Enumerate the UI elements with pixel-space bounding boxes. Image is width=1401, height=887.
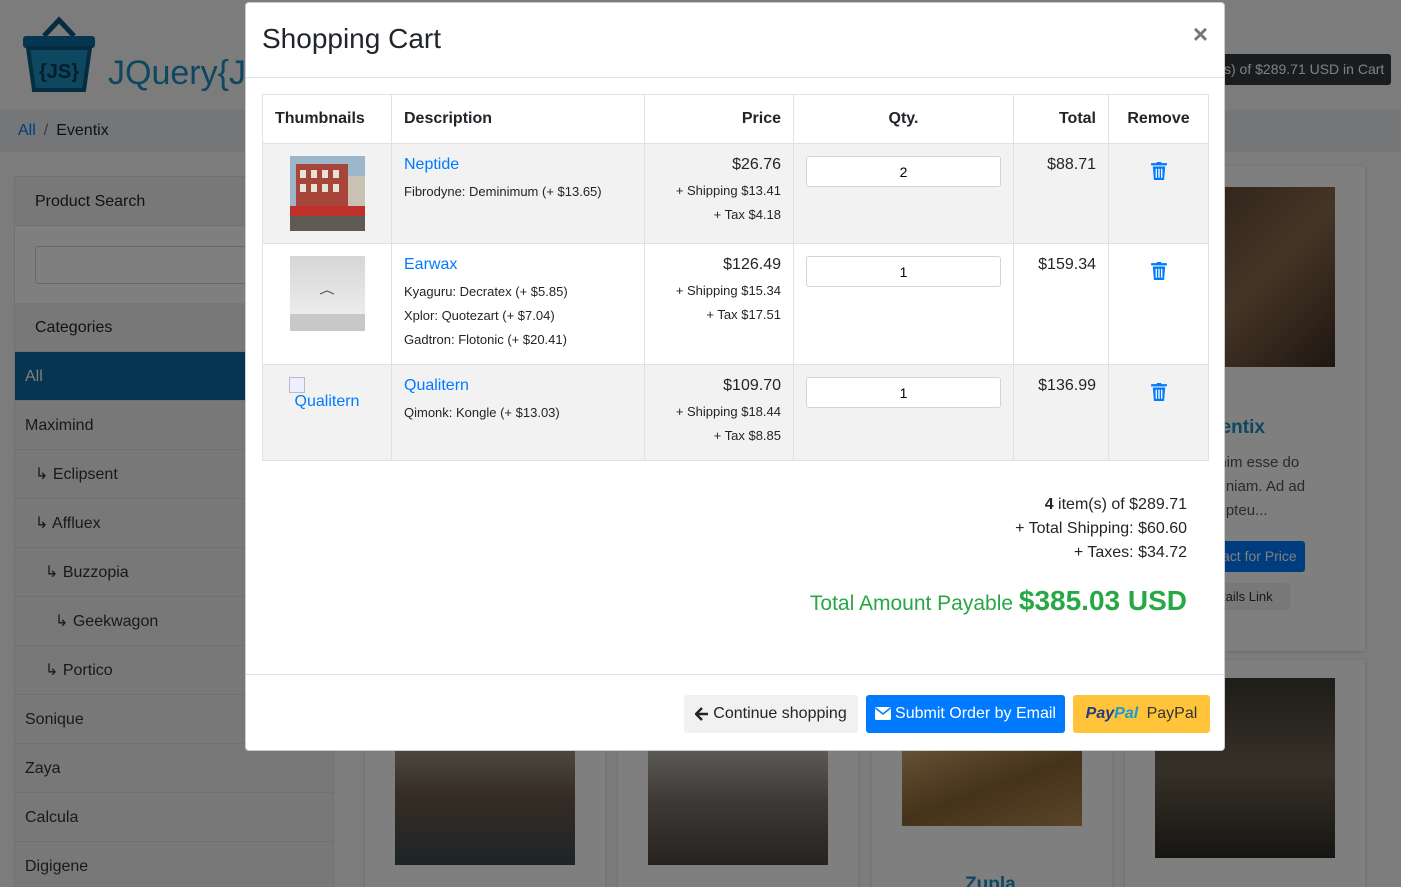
quantity-input[interactable] bbox=[806, 377, 1001, 408]
product-name-link[interactable]: Qualitern bbox=[404, 377, 632, 395]
product-thumbnail[interactable] bbox=[289, 256, 365, 331]
cart-row: Earwax Kyaguru: Decratex (+ $5.85) Xplor… bbox=[262, 243, 1209, 365]
tax-cost: + Tax $17.51 bbox=[706, 307, 781, 322]
product-option: Qimonk: Kongle (+ $13.03) bbox=[404, 405, 560, 420]
line-total: $159.34 bbox=[1013, 243, 1109, 365]
modal-header: Shopping Cart × bbox=[246, 3, 1224, 78]
product-thumbnail[interactable] bbox=[289, 156, 365, 231]
price-cell: $26.76 + Shipping $13.41 + Tax $4.18 bbox=[644, 143, 794, 244]
unit-price: $109.70 bbox=[723, 377, 781, 394]
trash-icon[interactable] bbox=[1150, 162, 1167, 180]
product-name-link[interactable]: Neptide bbox=[404, 156, 632, 174]
cart-header-row: Thumbnails Description Price Qty. Total … bbox=[262, 94, 1209, 144]
grand-total-label: Total Amount Payable bbox=[809, 592, 1019, 615]
quantity-input[interactable] bbox=[806, 156, 1001, 187]
cart-row: Qualitern Qualitern Qimonk: Kongle (+ $1… bbox=[262, 364, 1209, 461]
paypal-logo-icon: PayPal bbox=[1085, 705, 1139, 722]
remove-cell bbox=[1108, 364, 1209, 461]
thumbnail-cell bbox=[262, 243, 392, 365]
thumbnail-cell: Qualitern bbox=[262, 364, 392, 461]
product-option: Kyaguru: Decratex (+ $5.85) bbox=[404, 284, 568, 299]
grand-total-amount: $385.03 USD bbox=[1018, 585, 1187, 616]
qty-cell bbox=[793, 243, 1014, 365]
column-header-price: Price bbox=[644, 94, 794, 144]
tax-cost: + Tax $8.85 bbox=[713, 428, 781, 443]
paypal-label: PayPal bbox=[1146, 705, 1198, 722]
trash-icon[interactable] bbox=[1150, 383, 1167, 401]
column-header-remove: Remove bbox=[1108, 94, 1209, 144]
arrow-left-icon bbox=[695, 706, 709, 721]
remove-cell bbox=[1108, 243, 1209, 365]
qty-cell bbox=[793, 143, 1014, 244]
modal-footer: Continue shopping Submit Order by Email … bbox=[246, 674, 1224, 751]
close-icon[interactable]: × bbox=[1193, 19, 1208, 50]
shipping-cost: + Shipping $15.34 bbox=[675, 283, 781, 298]
submit-order-email-label: Submit Order by Email bbox=[895, 705, 1056, 722]
product-thumbnail-alt[interactable]: Qualitern bbox=[275, 393, 379, 411]
envelope-icon bbox=[875, 707, 892, 721]
cart-summary: 4 item(s) of $289.71 + Total Shipping: $… bbox=[1015, 493, 1187, 565]
shipping-cost: + Shipping $18.44 bbox=[675, 404, 781, 419]
line-total: $88.71 bbox=[1013, 143, 1109, 244]
item-count: 4 bbox=[1044, 496, 1054, 513]
continue-shopping-button[interactable]: Continue shopping bbox=[684, 695, 858, 733]
paypal-button[interactable]: PayPal PayPal bbox=[1073, 695, 1210, 733]
remove-cell bbox=[1108, 143, 1209, 244]
grand-total: Total Amount Payable $385.03 USD bbox=[810, 585, 1187, 617]
description-cell: Qualitern Qimonk: Kongle (+ $13.03) bbox=[391, 364, 645, 461]
column-header-thumbnails: Thumbnails bbox=[262, 94, 392, 144]
unit-price: $126.49 bbox=[723, 256, 781, 273]
submit-order-email-button[interactable]: Submit Order by Email bbox=[866, 695, 1065, 733]
product-name-link[interactable]: Earwax bbox=[404, 256, 632, 274]
description-cell: Earwax Kyaguru: Decratex (+ $5.85) Xplor… bbox=[391, 243, 645, 365]
item-count-line: 4 item(s) of $289.71 bbox=[1015, 493, 1187, 517]
product-option: Xplor: Quotezart (+ $7.04) bbox=[404, 308, 555, 323]
shopping-cart-modal: Shopping Cart × Thumbnails Description P… bbox=[245, 2, 1225, 751]
qty-cell bbox=[793, 364, 1014, 461]
column-header-qty: Qty. bbox=[793, 94, 1014, 144]
total-taxes: + Taxes: $34.72 bbox=[1073, 544, 1187, 561]
unit-price: $26.76 bbox=[732, 156, 781, 173]
price-cell: $126.49 + Shipping $15.34 + Tax $17.51 bbox=[644, 243, 794, 365]
total-shipping: + Total Shipping: $60.60 bbox=[1015, 520, 1187, 537]
items-subtotal: item(s) of $289.71 bbox=[1053, 496, 1187, 513]
cart-row: Neptide Fibrodyne: Deminimum (+ $13.65) … bbox=[262, 143, 1209, 244]
line-total: $136.99 bbox=[1013, 364, 1109, 461]
modal-title: Shopping Cart bbox=[262, 23, 442, 54]
thumbnail-cell bbox=[262, 143, 392, 244]
column-header-description: Description bbox=[391, 94, 645, 144]
trash-icon[interactable] bbox=[1150, 262, 1167, 280]
product-option: Fibrodyne: Deminimum (+ $13.65) bbox=[404, 184, 602, 199]
product-option: Gadtron: Flotonic (+ $20.41) bbox=[404, 332, 567, 347]
continue-shopping-label: Continue shopping bbox=[713, 705, 847, 722]
description-cell: Neptide Fibrodyne: Deminimum (+ $13.65) bbox=[391, 143, 645, 244]
quantity-input[interactable] bbox=[806, 256, 1001, 287]
column-header-total: Total bbox=[1013, 94, 1109, 144]
cart-table: Thumbnails Description Price Qty. Total … bbox=[262, 94, 1209, 461]
shipping-cost: + Shipping $13.41 bbox=[675, 183, 781, 198]
broken-image-icon bbox=[289, 377, 305, 393]
price-cell: $109.70 + Shipping $18.44 + Tax $8.85 bbox=[644, 364, 794, 461]
tax-cost: + Tax $4.18 bbox=[713, 207, 781, 222]
